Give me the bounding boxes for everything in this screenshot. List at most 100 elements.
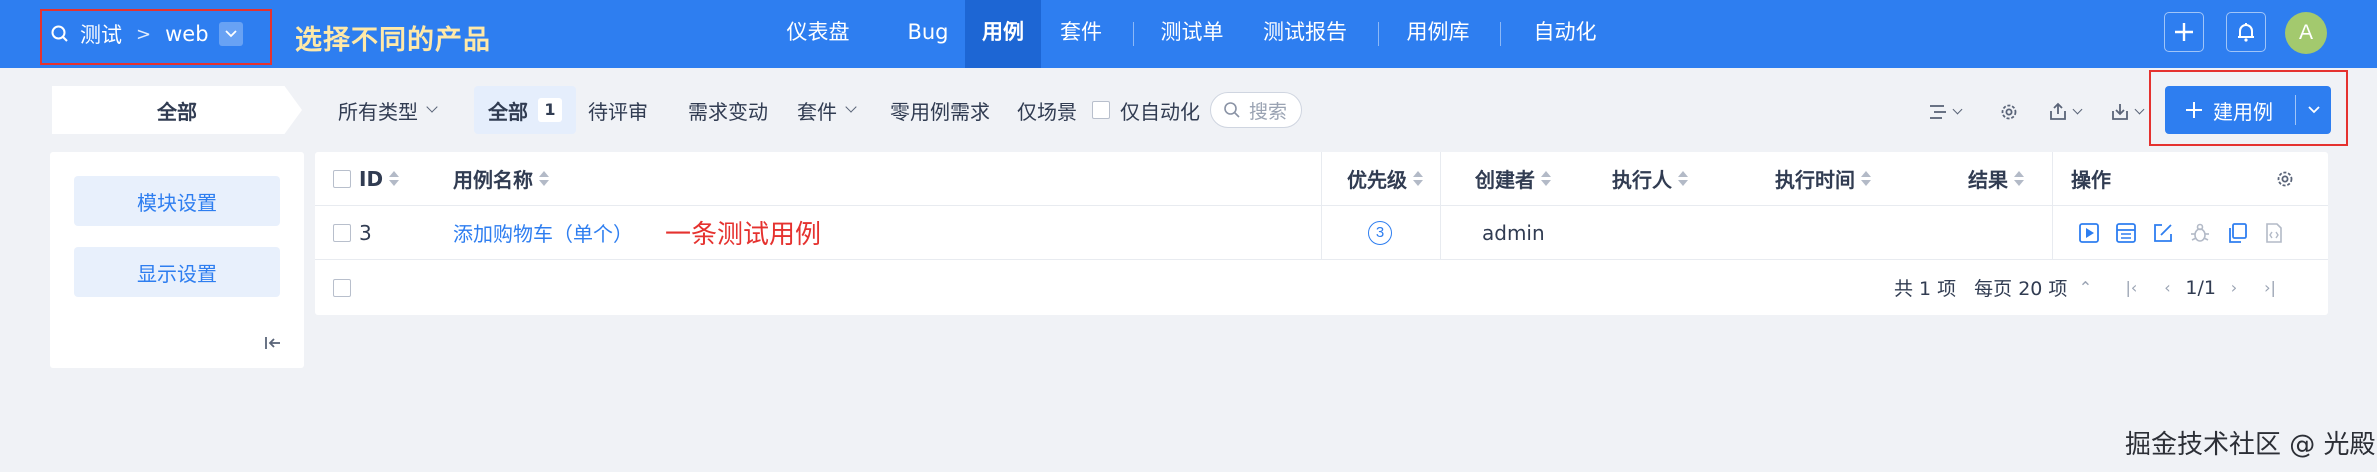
chevron-down-icon — [845, 101, 857, 113]
col-name-label: 用例名称 — [453, 168, 533, 192]
chevron-down-icon — [1952, 104, 1963, 114]
filter-zero-case-req[interactable]: 零用例需求 — [890, 86, 990, 134]
annotation-box-product — [40, 9, 272, 65]
col-executor-label: 执行人 — [1612, 168, 1672, 192]
nav-automation[interactable]: 自动化 — [1520, 0, 1610, 68]
filter-pending-review[interactable]: 待评审 — [588, 86, 648, 134]
annotation-choose-product: 选择不同的产品 — [295, 25, 491, 56]
import-icon — [2112, 104, 2128, 120]
chevron-down-icon — [2134, 104, 2145, 114]
col-priority-label: 优先级 — [1347, 168, 1407, 192]
nav-cases[interactable]: 用例 — [965, 0, 1041, 68]
filter-scene-only[interactable]: 仅场景 — [1017, 86, 1077, 134]
edit-icon[interactable] — [2151, 221, 2175, 245]
export-icon — [2050, 102, 2066, 120]
auto-only-label: 仅自动化 — [1120, 99, 1200, 124]
sort-icon — [1413, 171, 1423, 186]
col-exec-time[interactable]: 执行时间 — [1775, 152, 1871, 205]
import-button[interactable] — [2110, 98, 2145, 126]
footer-checkbox[interactable] — [333, 260, 351, 315]
collapse-icon[interactable] — [262, 332, 284, 354]
sort-icon — [1678, 171, 1688, 186]
run-icon[interactable] — [2077, 221, 2101, 245]
annotation-one-case: 一条测试用例 — [665, 206, 821, 259]
copy-icon[interactable] — [2225, 221, 2249, 245]
sort-icon — [1861, 171, 1871, 186]
gear-icon — [2277, 171, 2293, 186]
cell-actions — [2077, 206, 2286, 259]
nav-testtasks[interactable]: 测试单 — [1152, 0, 1232, 68]
last-page-icon[interactable]: ›| — [2252, 278, 2288, 297]
avatar[interactable]: A — [2285, 12, 2327, 54]
sort-icon — [2014, 171, 2024, 186]
col-priority[interactable]: 优先级 — [1347, 152, 1423, 205]
prev-page-icon[interactable]: ‹ — [2149, 278, 2185, 297]
annotation-box-new-case — [2149, 70, 2348, 146]
bell-icon — [2238, 23, 2254, 42]
nav-divider — [1133, 22, 1134, 46]
type-select-label: 所有类型 — [338, 99, 418, 124]
col-result-label: 结果 — [1968, 168, 2008, 192]
results-icon[interactable] — [2114, 221, 2138, 245]
case-table: ID 用例名称 优先级 创建者 执行人 执行时间 结果 操作 3 添加购物车（单… — [315, 152, 2328, 315]
display-settings-button[interactable]: 显示设置 — [74, 247, 280, 297]
col-exec-time-label: 执行时间 — [1775, 168, 1855, 192]
annotation-one-case-text: 一条测试用例 — [665, 220, 822, 250]
filter-suite-label: 套件 — [797, 99, 837, 124]
next-page-icon[interactable]: › — [2216, 278, 2252, 297]
col-name[interactable]: 用例名称 — [453, 152, 549, 205]
table-row: 3 添加购物车（单个） 一条测试用例 3 admin — [315, 206, 2328, 260]
notification-button[interactable] — [2226, 12, 2266, 52]
nav-reports[interactable]: 测试报告 — [1255, 0, 1355, 68]
nav-suites[interactable]: 套件 — [1048, 0, 1114, 68]
filter-suite[interactable]: 套件 — [797, 86, 857, 134]
search-icon — [1224, 102, 1240, 118]
nav-dashboard[interactable]: 仪表盘 — [768, 0, 868, 68]
col-id[interactable]: ID — [359, 152, 400, 205]
auto-only-checkbox[interactable] — [1092, 101, 1110, 119]
cell-case-name-link[interactable]: 添加购物车（单个） — [453, 206, 633, 259]
nav-divider — [1378, 22, 1379, 46]
sort-menu-button[interactable] — [1928, 98, 1963, 126]
priority-badge: 3 — [1368, 220, 1392, 245]
gear-icon — [2001, 104, 2017, 120]
nav-bug[interactable]: Bug — [893, 0, 963, 68]
row-checkbox[interactable] — [333, 206, 351, 259]
pagination: 共 1 项 每页 20 项 ⌃ |‹ ‹ 1/1 › ›| — [1894, 260, 2288, 315]
cell-priority: 3 — [1368, 206, 1392, 259]
module-settings-button[interactable]: 模块设置 — [74, 176, 280, 226]
pagination-total: 共 1 项 — [1893, 278, 1957, 300]
sort-icon — [389, 171, 400, 186]
col-creator-label: 创建者 — [1475, 168, 1535, 192]
first-page-icon[interactable]: |‹ — [2113, 278, 2149, 297]
per-page-label: 每页 20 项 — [1974, 278, 2068, 300]
cell-creator: admin — [1482, 220, 1545, 245]
chevron-up-icon[interactable]: ⌃ — [2067, 278, 2103, 297]
filter-all[interactable]: 全部 1 — [474, 86, 576, 134]
create-plus-button[interactable] — [2164, 12, 2204, 52]
plus-icon — [2175, 23, 2193, 41]
settings-button[interactable] — [1999, 98, 2019, 126]
nav-divider — [1500, 22, 1501, 46]
export-button[interactable] — [2048, 98, 2083, 126]
cell-id: 3 — [359, 220, 372, 245]
type-select[interactable]: 所有类型 — [338, 86, 438, 134]
page-indicator: 1/1 — [2185, 276, 2216, 299]
filter-req-changed[interactable]: 需求变动 — [688, 86, 768, 134]
module-panel: 模块设置 显示设置 — [50, 152, 304, 368]
table-footer: 共 1 项 每页 20 项 ⌃ |‹ ‹ 1/1 › ›| — [315, 260, 2328, 315]
col-executor[interactable]: 执行人 — [1612, 152, 1688, 205]
script-icon — [2262, 221, 2286, 245]
per-page-select[interactable]: 每页 20 项 — [1974, 274, 2067, 301]
col-id-label: ID — [359, 166, 384, 191]
module-tab-all[interactable]: 全部 — [52, 86, 302, 134]
col-result[interactable]: 结果 — [1968, 152, 2024, 205]
filter-auto-only[interactable]: 仅自动化 — [1092, 86, 1200, 134]
chevron-down-icon — [2072, 104, 2083, 114]
search-input[interactable]: 搜索 — [1210, 92, 1302, 128]
col-creator[interactable]: 创建者 — [1475, 152, 1551, 205]
watermark: 掘金技术社区 @ 光殿 — [2125, 430, 2376, 460]
select-all-checkbox[interactable] — [333, 152, 351, 205]
nav-caselib[interactable]: 用例库 — [1398, 0, 1478, 68]
column-settings-button[interactable] — [2275, 152, 2295, 205]
